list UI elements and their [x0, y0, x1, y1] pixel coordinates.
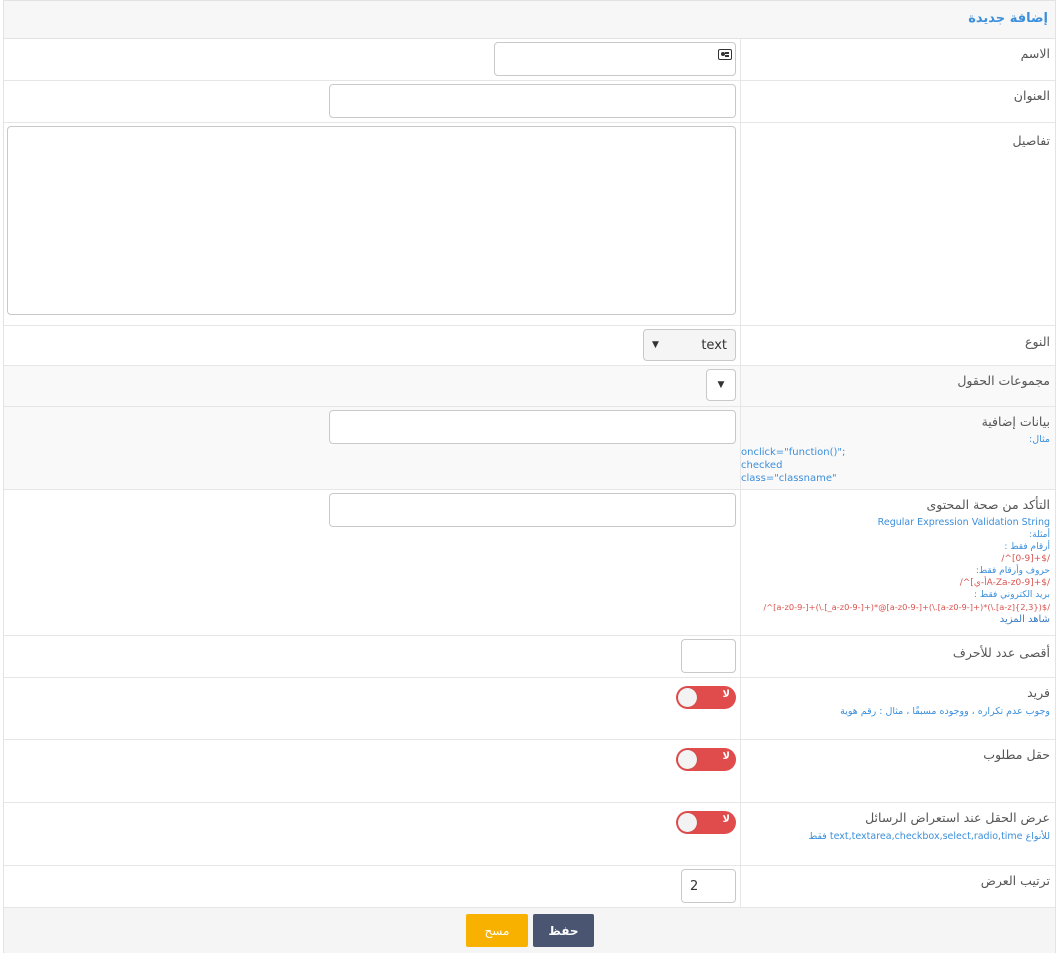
- id-card-icon: [718, 49, 732, 60]
- max-chars-label: أقصى عدد للأحرف: [952, 645, 1050, 660]
- display-order-input[interactable]: [681, 869, 736, 903]
- validation-numbers-label: أرقام فقط :: [1004, 542, 1050, 552]
- validation-email-label: بريد الكتروني فقط :: [974, 590, 1050, 600]
- validation-help-title: Regular Expression Validation String: [877, 517, 1050, 528]
- required-label: حقل مطلوب: [983, 747, 1050, 762]
- field-groups-label: مجموعات الحقول: [957, 373, 1050, 388]
- extra-data-example-label: مثال:: [1029, 434, 1050, 445]
- panel-title: إضافة جديدة: [4, 1, 1055, 39]
- unique-row: فريد وجوب عدم تكراره ، ووجوده مسبقًا ، م…: [4, 678, 1055, 740]
- extra-data-example-2: checked: [741, 460, 783, 471]
- show-in-messages-label: عرض الحقل عند استعراض الرسائل: [865, 810, 1050, 825]
- validation-alnum-regex: /^[أ-يA-Za-z0-9]+$/: [959, 578, 1050, 588]
- display-order-row: ترتيب العرض: [4, 866, 1055, 908]
- required-row: حقل مطلوب لا: [4, 740, 1055, 803]
- name-input[interactable]: [494, 42, 736, 76]
- show-in-messages-toggle[interactable]: لا: [676, 811, 736, 834]
- validation-label: التأكد من صحة المحتوى: [926, 497, 1050, 512]
- validation-email-regex: /^[a-z0-9-]+(\.[_a-z0-9-]+)*@[a-z0-9-]+(…: [763, 602, 1050, 612]
- name-label: الاسم: [1020, 46, 1050, 61]
- max-chars-row: أقصى عدد للأحرف: [4, 636, 1055, 678]
- type-selected-value: text: [701, 337, 727, 353]
- show-in-messages-row: عرض الحقل عند استعراض الرسائل للأنواع te…: [4, 803, 1055, 866]
- type-select[interactable]: ▼ text: [643, 329, 736, 361]
- show-in-messages-toggle-text: لا: [722, 814, 730, 825]
- name-row: الاسم: [4, 39, 1055, 81]
- validation-more-link[interactable]: شاهد المزيد: [743, 613, 1050, 626]
- extra-data-input[interactable]: [329, 410, 736, 444]
- details-label: تفاصيل: [1012, 133, 1050, 148]
- toggle-knob: [678, 750, 697, 769]
- validation-alnum-label: حروف وأرقام فقط:: [975, 566, 1050, 576]
- save-button[interactable]: حفظ: [533, 914, 594, 947]
- required-toggle-text: لا: [722, 751, 730, 762]
- address-row: العنوان: [4, 81, 1055, 123]
- toggle-knob: [678, 688, 697, 707]
- toggle-knob: [678, 813, 697, 832]
- display-order-label: ترتيب العرض: [980, 873, 1050, 888]
- type-row: النوع ▼ text: [4, 326, 1055, 366]
- unique-toggle[interactable]: لا: [676, 686, 736, 709]
- validation-numbers-regex: /^[0-9]+$/: [1001, 554, 1050, 564]
- unique-help: وجوب عدم تكراره ، ووجوده مسبقًا ، مثال :…: [840, 706, 1050, 717]
- required-toggle[interactable]: لا: [676, 748, 736, 771]
- add-new-panel: إضافة جديدة الاسم العنوان تفاصيل النوع ▼…: [3, 0, 1056, 953]
- extra-data-row: بيانات إضافية مثال: onclick="function()"…: [4, 407, 1055, 490]
- field-groups-select[interactable]: ▼: [706, 369, 736, 401]
- validation-input[interactable]: [329, 493, 736, 527]
- clear-button[interactable]: مسح: [466, 914, 528, 947]
- address-input[interactable]: [329, 84, 736, 118]
- field-groups-row: مجموعات الحقول ▼: [4, 366, 1055, 407]
- unique-label: فريد: [1027, 685, 1050, 700]
- details-row: تفاصيل: [4, 123, 1055, 326]
- unique-toggle-text: لا: [722, 689, 730, 700]
- chevron-down-icon: ▼: [652, 340, 659, 350]
- extra-data-example-1: onclick="function()";: [741, 447, 846, 458]
- show-in-messages-help: للأنواع text,textarea,checkbox,select,ra…: [808, 831, 1050, 842]
- validation-row: التأكد من صحة المحتوى Regular Expression…: [4, 490, 1055, 636]
- max-chars-input[interactable]: [681, 639, 736, 673]
- extra-data-example-3: class="classname": [741, 473, 837, 484]
- form-footer: مسح حفظ: [4, 908, 1055, 953]
- address-label: العنوان: [1013, 88, 1050, 103]
- extra-data-label: بيانات إضافية: [981, 414, 1050, 429]
- type-label: النوع: [1025, 334, 1050, 349]
- details-textarea[interactable]: [7, 126, 736, 315]
- chevron-down-icon: ▼: [717, 380, 725, 390]
- validation-examples-label: أمثلة:: [1029, 530, 1050, 540]
